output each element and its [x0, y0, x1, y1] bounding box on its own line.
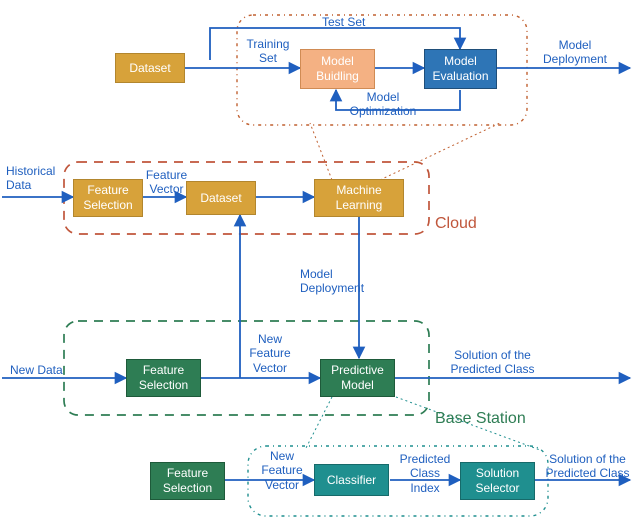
new-feature-vector-label-base: New Feature Vector: [246, 332, 294, 375]
feature-selection-base: Feature Selection: [126, 359, 201, 397]
solution-out-label-detail: Solution of the Predicted Class: [540, 452, 635, 481]
feature-selection-cloud: Feature Selection: [73, 179, 143, 217]
model-building-box: Model Buidling: [300, 49, 375, 89]
feature-vector-label: Feature Vector: [144, 168, 189, 197]
predicted-index-label: Predicted Class Index: [394, 452, 456, 495]
base-station-title: Base Station: [435, 410, 526, 428]
dataset-box-cloud: Dataset: [186, 181, 256, 215]
dataset-box-top: Dataset: [115, 53, 185, 83]
new-data-label: New Data: [10, 363, 63, 377]
solution-selector-box: Solution Selector: [460, 462, 535, 500]
new-feature-vector-label-detail: New Feature Vector: [258, 449, 306, 492]
training-set-label: Training Set: [243, 37, 293, 66]
model-deployment-out-label: Model Deployment: [535, 38, 615, 67]
solution-out-label-base: Solution of the Predicted Class: [445, 348, 540, 377]
machine-learning-box: Machine Learning: [314, 179, 404, 217]
classifier-box: Classifier: [314, 464, 389, 496]
test-set-label: Test Set: [322, 15, 365, 29]
feature-selection-detail: Feature Selection: [150, 462, 225, 500]
predictive-model-box: Predictive Model: [320, 359, 395, 397]
model-evaluation-box: Model Evaluation: [424, 49, 497, 89]
cloud-title: Cloud: [435, 215, 477, 233]
model-optimization-label: Model Optimization: [343, 90, 423, 119]
historical-data-label: Historical Data: [6, 164, 61, 193]
model-deployment-label: Model Deployment: [300, 267, 380, 296]
